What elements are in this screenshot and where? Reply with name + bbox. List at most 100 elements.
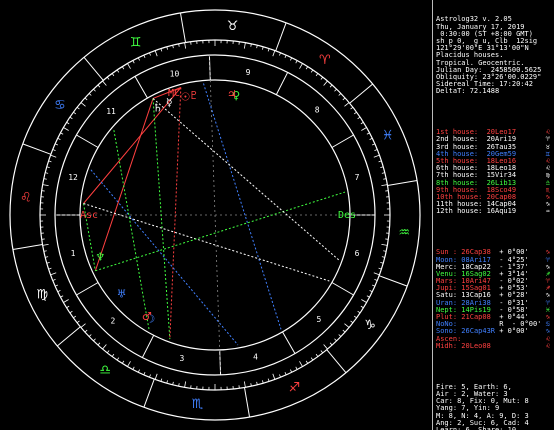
degree-tick — [381, 243, 388, 246]
degree-tick — [84, 329, 88, 333]
house-number: 4 — [253, 352, 258, 361]
sign-divider — [275, 22, 287, 52]
zodiac-sign-icon: ♐ — [289, 381, 301, 396]
degree-tick — [116, 69, 120, 73]
des-label: Des — [338, 210, 356, 221]
degree-tick — [52, 279, 56, 281]
degree-tick — [323, 344, 328, 350]
degree-tick — [272, 373, 276, 380]
degree-tick — [76, 320, 80, 324]
house-cusp-line — [331, 134, 354, 148]
degree-tick — [132, 60, 135, 64]
planet-glyph-icon: ♄ — [153, 101, 163, 114]
degree-tick — [106, 76, 110, 80]
degree-tick — [267, 48, 270, 52]
degree-tick — [369, 137, 373, 140]
degree-tick — [380, 262, 384, 264]
degree-tick — [69, 310, 73, 314]
sign-divider — [179, 12, 187, 43]
aspect-line — [169, 87, 182, 340]
degree-tick — [295, 60, 298, 64]
degree-tick — [97, 84, 101, 88]
house-cusp-line — [275, 72, 289, 95]
planet-row: Midh: 20Leo08 ♌ — [436, 341, 552, 350]
degree-tick — [57, 290, 61, 293]
sign-divider — [12, 243, 43, 251]
degree-tick — [54, 284, 59, 287]
degree-tick — [338, 334, 342, 337]
degree-tick — [76, 106, 80, 110]
degree-tick — [374, 279, 378, 281]
degree-tick — [50, 154, 57, 158]
degree-tick — [66, 305, 70, 309]
degree-tick — [121, 360, 125, 364]
planet-glyph-icon: ♃ — [227, 88, 237, 101]
sign-glyph-icon: ♌ — [545, 341, 550, 350]
degree-tick — [342, 329, 346, 333]
sign-glyph-icon: ♒ — [545, 207, 550, 216]
house-number: 3 — [180, 354, 185, 363]
element-stats: Fire: 5, Earth: 6, Air : 2, Water: 3 Car: … — [436, 383, 552, 430]
degree-tick — [111, 73, 115, 77]
degree-tick — [305, 66, 309, 70]
sign-divider — [243, 387, 251, 418]
degree-tick — [290, 369, 293, 373]
degree-tick — [84, 97, 88, 101]
house-number: 2 — [110, 317, 115, 326]
degree-tick — [315, 73, 319, 77]
sign-divider — [56, 326, 81, 347]
sign-divider — [326, 349, 347, 374]
degree-tick — [48, 160, 52, 163]
degree-tick — [334, 88, 337, 92]
degree-tick — [353, 111, 357, 115]
degree-tick — [284, 54, 287, 59]
degree-tick — [102, 344, 107, 350]
house-row: 12th house: 16Aqu19 ♒ — [436, 208, 552, 215]
house-cusp-line — [76, 134, 99, 148]
degree-tick — [121, 66, 125, 70]
degree-tick — [66, 121, 70, 125]
degree-tick — [299, 361, 303, 367]
degree-tick — [93, 88, 96, 92]
sign-divider — [349, 83, 374, 104]
degree-tick — [344, 102, 350, 107]
asc-label: Asc — [80, 210, 98, 221]
degree-tick — [137, 369, 140, 373]
planet-glyph-icon: ♇ — [189, 89, 199, 102]
sign-divider — [378, 275, 408, 287]
degree-tick — [80, 102, 86, 107]
house-numbers: 123 456789101112 — [68, 68, 359, 363]
house-cusp-line — [141, 335, 155, 358]
degree-tick — [357, 310, 361, 314]
degree-tick — [272, 50, 276, 57]
degree-tick — [73, 111, 77, 115]
house-cusp-line — [331, 282, 354, 296]
house-cusp-line — [134, 76, 148, 99]
degree-tick — [374, 149, 378, 151]
degree-tick — [243, 42, 246, 49]
info-panel: Astrolog32 v. 2.05 Thu, January 17, 2019 … — [432, 0, 554, 430]
zodiac-sign-icon: ♈ — [319, 53, 331, 68]
house-number: 5 — [317, 315, 322, 324]
degree-tick — [154, 50, 158, 57]
degree-tick — [329, 342, 333, 346]
degree-tick — [373, 272, 380, 276]
planet-glyph-icon: ♅ — [117, 287, 127, 300]
planet-name: Midh: — [436, 341, 462, 350]
degree-tick — [366, 132, 370, 135]
degree-tick — [329, 84, 333, 88]
degree-tick — [243, 381, 246, 388]
degree-tick — [334, 338, 337, 342]
degree-tick — [60, 295, 64, 298]
degree-tick — [381, 184, 388, 187]
degree-tick — [184, 381, 187, 388]
degree-tick — [54, 143, 59, 146]
degree-tick — [143, 54, 146, 59]
degree-tick — [132, 366, 135, 370]
house-number: 1 — [71, 249, 76, 258]
degree-tick — [143, 371, 146, 376]
degree-tick — [50, 272, 57, 276]
house-cusps — [55, 55, 375, 375]
zodiac-sign-icon: ♉ — [227, 19, 239, 34]
house-number: 8 — [315, 105, 320, 114]
